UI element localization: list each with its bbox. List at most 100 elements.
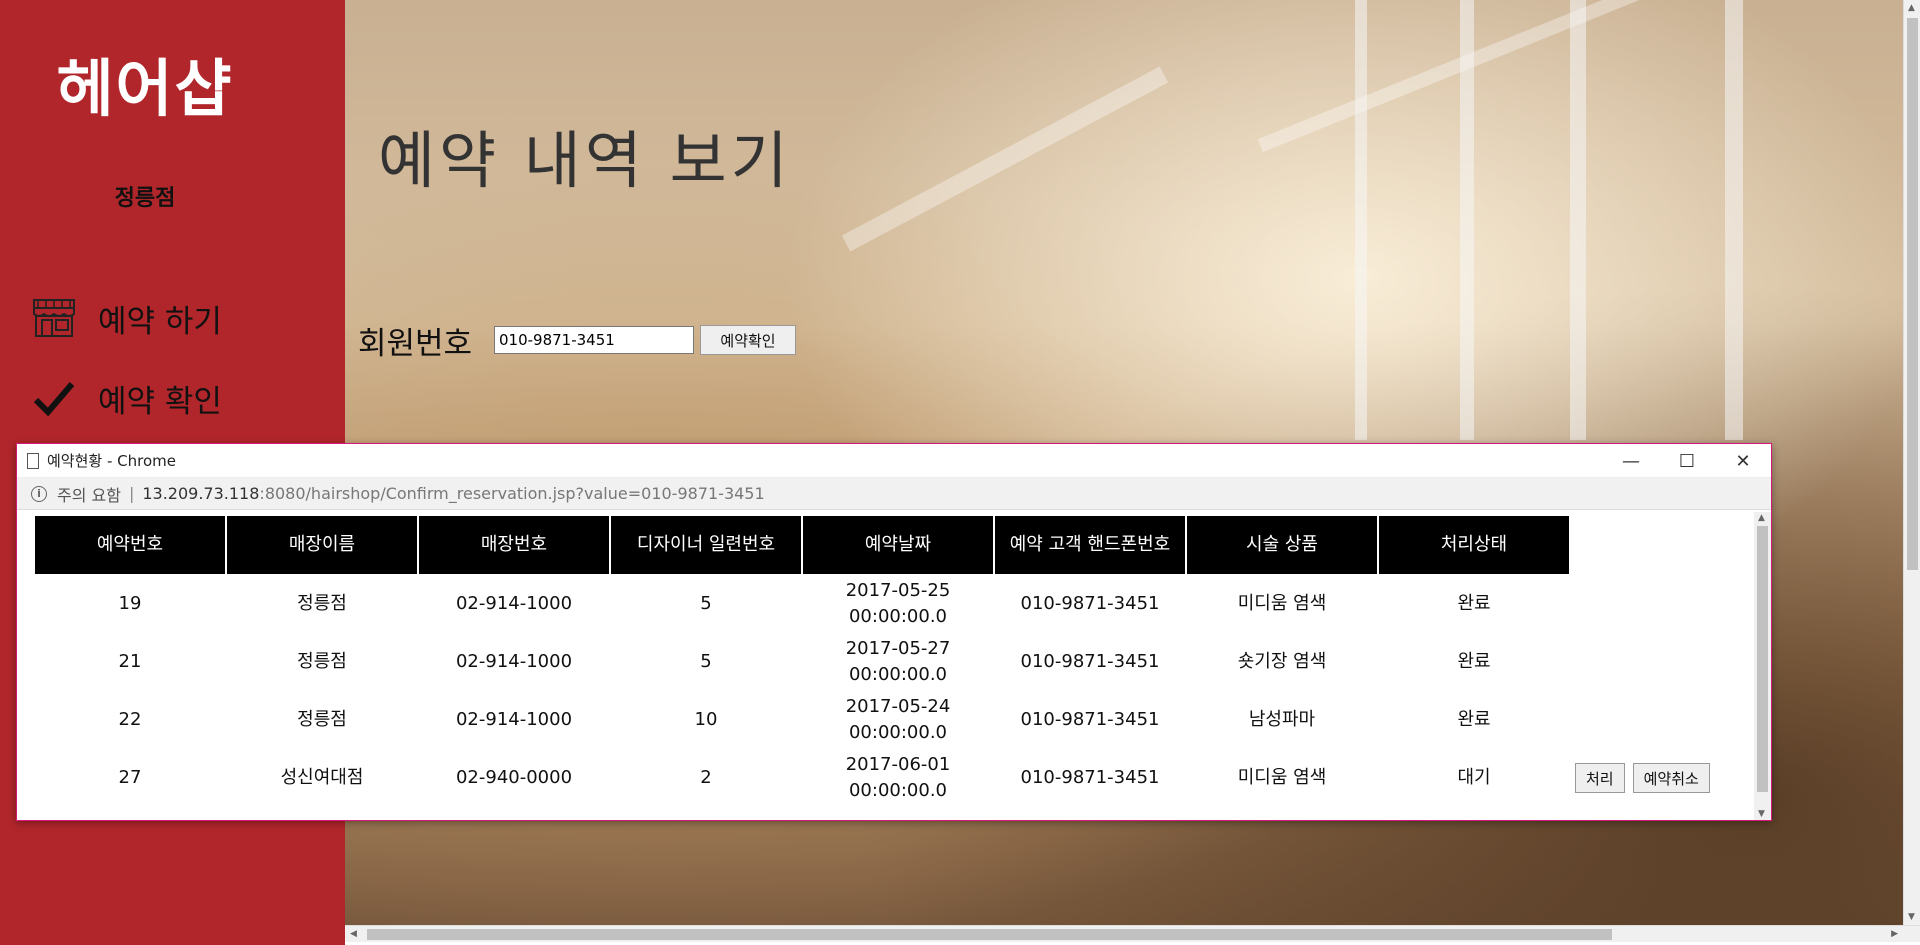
store-phone: 02-940-0000 bbox=[455, 767, 573, 788]
customer-phone: 010-9871-3451 bbox=[1020, 709, 1160, 730]
glass-pillar bbox=[1725, 0, 1743, 440]
close-icon[interactable]: ✕ bbox=[1715, 444, 1771, 478]
url-host: 13.209.73.118 bbox=[142, 484, 260, 503]
scroll-down-icon[interactable]: ▼ bbox=[1758, 809, 1765, 819]
scroll-up-icon[interactable]: ▲ bbox=[1908, 3, 1915, 13]
maximize-icon[interactable]: ☐ bbox=[1659, 444, 1715, 478]
ceiling-beam bbox=[1257, 0, 1653, 153]
scroll-right-icon[interactable]: ▶ bbox=[1891, 929, 1898, 939]
row-actions bbox=[1571, 634, 1741, 690]
checkmark-icon bbox=[30, 374, 78, 422]
reservation-id: 19 bbox=[118, 593, 142, 614]
column-header: 예약번호 bbox=[35, 516, 225, 574]
store-name: 정릉점 bbox=[297, 593, 347, 614]
minimize-icon[interactable]: — bbox=[1603, 444, 1659, 478]
reservation-id: 22 bbox=[118, 709, 142, 730]
page-vertical-scrollbar[interactable]: ▲ ▼ bbox=[1903, 0, 1920, 925]
service-product: 남성파마 bbox=[1248, 709, 1316, 730]
status: 대기 bbox=[1457, 767, 1491, 788]
column-header: 매장번호 bbox=[419, 516, 609, 574]
divider: | bbox=[128, 484, 135, 503]
popup-vertical-scrollbar[interactable]: ▲ ▼ bbox=[1754, 512, 1771, 820]
scroll-thumb[interactable] bbox=[1757, 526, 1768, 792]
column-header: 처리상태 bbox=[1379, 516, 1569, 574]
scroll-down-icon[interactable]: ▼ bbox=[1908, 912, 1915, 922]
sidebar-item-reserve[interactable]: 예약 하기 bbox=[30, 294, 222, 342]
time-value: 00:00:00.0 bbox=[848, 664, 947, 685]
date-value: 2017-06-01 bbox=[845, 754, 951, 775]
designer-id: 5 bbox=[700, 593, 712, 614]
page-title: 예약 내역 보기 bbox=[378, 124, 792, 197]
process-button[interactable]: 처리 bbox=[1575, 763, 1625, 793]
table-row: 21 정릉점 02-914-1000 5 2017-05-27 00:00:00.… bbox=[35, 634, 1741, 690]
service-product: 미디움 염색 bbox=[1237, 767, 1327, 788]
column-header: 예약날짜 bbox=[803, 516, 993, 574]
reservation-date: 2017-06-01 00:00:00.0 bbox=[803, 750, 993, 806]
service-product: 미디움 염색 bbox=[1237, 593, 1327, 614]
store-phone: 02-914-1000 bbox=[455, 651, 573, 672]
sidebar-item-confirm[interactable]: 예약 확인 bbox=[30, 374, 222, 422]
table-row: 22 정릉점 02-914-1000 10 2017-05-24 00:00:00… bbox=[35, 692, 1741, 748]
customer-phone: 010-9871-3451 bbox=[1020, 651, 1160, 672]
customer-phone: 010-9871-3451 bbox=[1020, 767, 1160, 788]
table-row: 27 성신여대점 02-940-0000 2 2017-06-01 00:00:0… bbox=[35, 750, 1741, 806]
reservation-date: 2017-05-25 00:00:00.0 bbox=[803, 576, 993, 632]
designer-id: 2 bbox=[700, 767, 712, 788]
url-path: :8080/hairshop/Confirm_reservation.jsp?v… bbox=[259, 484, 765, 503]
cancel-reservation-button[interactable]: 예약취소 bbox=[1632, 763, 1710, 793]
glass-pillar bbox=[1460, 0, 1474, 440]
info-icon[interactable]: i bbox=[31, 485, 47, 502]
reservation-popup-window: 예약현황 - Chrome — ☐ ✕ i 주의 요함 | 13.209.73.… bbox=[16, 443, 1772, 821]
customer-phone: 010-9871-3451 bbox=[1020, 593, 1160, 614]
reservation-date: 2017-05-24 00:00:00.0 bbox=[803, 692, 993, 748]
address-bar[interactable]: i 주의 요함 | 13.209.73.118:8080/hairshop/Co… bbox=[17, 478, 1771, 510]
document-icon bbox=[27, 452, 39, 469]
storefront-icon bbox=[30, 294, 78, 342]
status: 완료 bbox=[1457, 593, 1491, 614]
reservation-id: 27 bbox=[118, 767, 142, 788]
time-value: 00:00:00.0 bbox=[848, 722, 947, 743]
security-warning: 주의 요함 bbox=[57, 485, 121, 505]
store-name: 정릉점 bbox=[297, 651, 347, 672]
store-name: 정릉점 bbox=[297, 709, 347, 730]
ceiling-beam bbox=[841, 66, 1169, 252]
scroll-thumb[interactable] bbox=[367, 929, 1612, 940]
store-name: 성신여대점 bbox=[280, 767, 364, 788]
scroll-left-icon[interactable]: ◀ bbox=[350, 929, 357, 939]
column-header: 매장이름 bbox=[227, 516, 417, 574]
row-actions bbox=[1571, 692, 1741, 748]
column-header: 예약 고객 핸드폰번호 bbox=[995, 516, 1185, 574]
service-product: 숏기장 염색 bbox=[1237, 651, 1327, 672]
row-actions: 처리 예약취소 bbox=[1571, 750, 1741, 806]
scroll-up-icon[interactable]: ▲ bbox=[1758, 513, 1765, 523]
status: 완료 bbox=[1457, 651, 1491, 672]
popup-titlebar[interactable]: 예약현황 - Chrome — ☐ ✕ bbox=[17, 444, 1771, 478]
date-value: 2017-05-24 bbox=[845, 696, 951, 717]
popup-content: 예약번호 매장이름 매장번호 디자이너 일련번호 예약날짜 예약 고객 핸드폰번… bbox=[17, 512, 1755, 820]
date-value: 2017-05-27 bbox=[845, 638, 951, 659]
time-value: 00:00:00.0 bbox=[848, 780, 947, 801]
designer-id: 5 bbox=[700, 651, 712, 672]
table-row: 19 정릉점 02-914-1000 5 2017-05-25 00:00:00.… bbox=[35, 576, 1741, 632]
glass-pillar bbox=[1355, 0, 1367, 440]
member-number-label: 회원번호 bbox=[358, 326, 473, 362]
confirm-reservation-button[interactable]: 예약확인 bbox=[700, 325, 796, 355]
member-number-input[interactable] bbox=[494, 326, 694, 354]
page-horizontal-scrollbar[interactable]: ◀ ▶ bbox=[345, 925, 1920, 942]
column-header: 디자이너 일련번호 bbox=[611, 516, 801, 574]
reservation-table: 예약번호 매장이름 매장번호 디자이너 일련번호 예약날짜 예약 고객 핸드폰번… bbox=[33, 514, 1743, 808]
scroll-thumb[interactable] bbox=[1907, 18, 1918, 570]
glass-pillar bbox=[1570, 0, 1586, 440]
row-actions bbox=[1571, 576, 1741, 632]
reservation-id: 21 bbox=[118, 651, 142, 672]
column-header: 시술 상품 bbox=[1187, 516, 1377, 574]
designer-id: 10 bbox=[694, 709, 718, 730]
time-value: 00:00:00.0 bbox=[848, 606, 947, 627]
reservation-date: 2017-05-27 00:00:00.0 bbox=[803, 634, 993, 690]
branch-name: 정릉점 bbox=[114, 186, 176, 211]
status: 완료 bbox=[1457, 709, 1491, 730]
brand-logo[interactable]: 헤어샵 bbox=[0, 38, 290, 128]
sidebar-item-label: 예약 확인 bbox=[98, 383, 222, 420]
store-phone: 02-914-1000 bbox=[455, 709, 573, 730]
sidebar-item-label: 예약 하기 bbox=[98, 303, 222, 340]
